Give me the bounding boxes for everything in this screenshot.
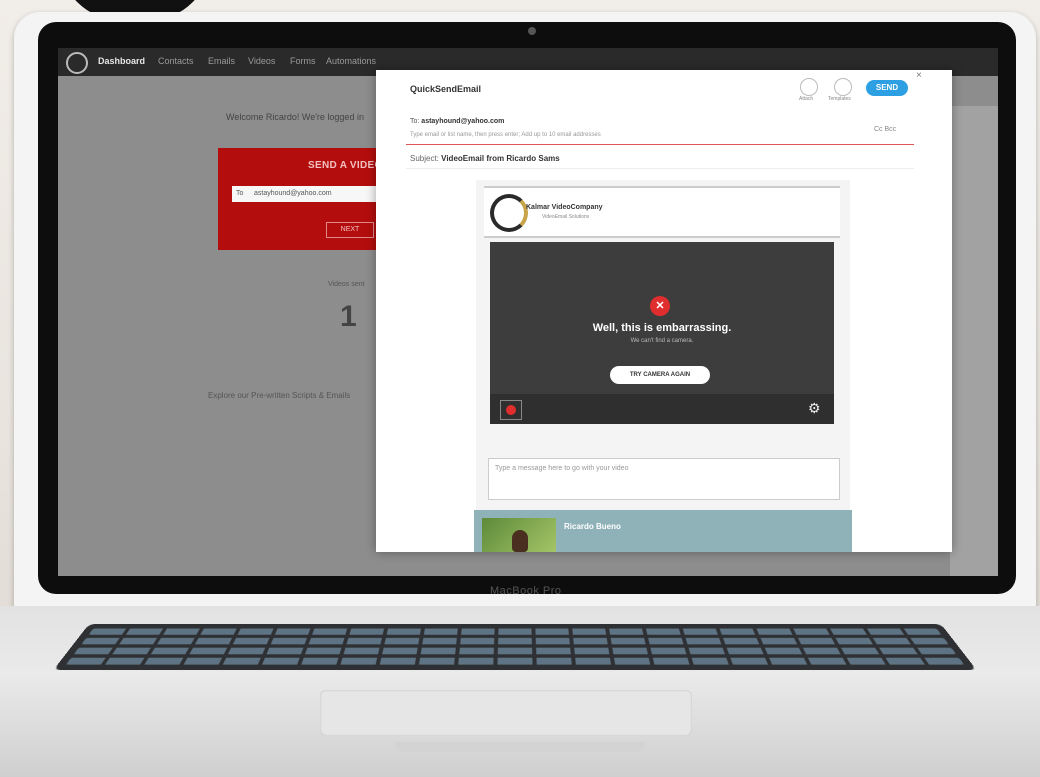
recipient-value: astayhound@yahoo.com (254, 190, 332, 197)
app-logo-icon[interactable] (66, 52, 88, 74)
welcome-text: Welcome Ricardo! We're logged in (226, 112, 364, 122)
recipient-hint: Type email or list name, then press ente… (410, 132, 601, 138)
to-line[interactable]: To: astayhound@yahoo.com (410, 118, 504, 125)
send-button[interactable]: SEND (866, 80, 908, 96)
recipient-field[interactable]: To astayhound@yahoo.com (232, 186, 398, 202)
company-logo-icon (490, 194, 528, 232)
laptop-brand-label: MacBook Pro (490, 585, 562, 597)
subject-label: Subject: (410, 154, 439, 163)
signature-block: Ricardo Bueno (474, 510, 852, 552)
company-tagline: VideoEmail Solutions (542, 214, 590, 220)
avatar-person (512, 530, 528, 552)
quick-send-email-modal: QuickSendEmail Attach Templates SEND × T… (376, 70, 952, 552)
error-subtitle: We can't find a camera. (630, 338, 694, 344)
divider (406, 144, 914, 145)
nav-automations[interactable]: Automations (326, 56, 376, 66)
subject-line[interactable]: Subject: VideoEmail from Ricardo Sams (410, 154, 560, 163)
trackpad (320, 690, 692, 736)
to-label: To: (410, 118, 420, 125)
to-label: To (236, 190, 244, 197)
error-title: Well, this is embarrassing. (592, 322, 732, 334)
camera (528, 27, 536, 35)
modal-title: QuickSendEmail (410, 84, 482, 94)
nav-dashboard[interactable]: Dashboard (98, 56, 145, 66)
company-logo-area: Kalmar VideoCompany VideoEmail Solutions (484, 186, 840, 238)
nav-forms[interactable]: Forms (290, 56, 316, 66)
error-icon: ✕ (650, 296, 670, 316)
record-icon[interactable] (500, 400, 522, 420)
divider (406, 168, 914, 169)
subject-value: VideoEmail from Ricardo Sams (441, 154, 560, 163)
recorder-controls: ⚙ (490, 394, 834, 424)
to-value: astayhound@yahoo.com (421, 118, 505, 125)
send-video-card: SEND A VIDEO E To astayhound@yahoo.com N… (218, 148, 398, 250)
message-placeholder: Type a message here to go with your vide… (495, 465, 629, 472)
nav-emails[interactable]: Emails (208, 56, 235, 66)
try-camera-again-button[interactable]: TRY CAMERA AGAIN (610, 366, 710, 384)
message-input[interactable]: Type a message here to go with your vide… (488, 458, 840, 500)
right-panel (950, 106, 998, 576)
keyboard (53, 623, 977, 670)
explore-link[interactable]: Explore our Pre-written Scripts & Emails (208, 391, 350, 400)
avatar (482, 518, 556, 552)
nav-contacts[interactable]: Contacts (158, 56, 194, 66)
nav-videos[interactable]: Videos (248, 56, 275, 66)
stat-value: 1 (340, 300, 357, 333)
attach-label: Attach (799, 96, 814, 102)
video-recorder: ✕ Well, this is embarrassing. We can't f… (490, 242, 834, 424)
signature-name: Ricardo Bueno (564, 522, 621, 531)
settings-icon[interactable]: ⚙ (808, 400, 821, 417)
next-button[interactable]: NEXT (326, 222, 374, 238)
company-name: Kalmar VideoCompany (526, 204, 603, 211)
cc-bcc-link[interactable]: Cc Bcc (874, 126, 896, 133)
stat-label: Videos sent (328, 281, 365, 288)
laptop-lip (395, 742, 645, 752)
templates-label: Templates (828, 96, 851, 102)
attach-icon[interactable] (800, 78, 818, 96)
close-icon[interactable]: × (916, 70, 922, 81)
templates-icon[interactable] (834, 78, 852, 96)
